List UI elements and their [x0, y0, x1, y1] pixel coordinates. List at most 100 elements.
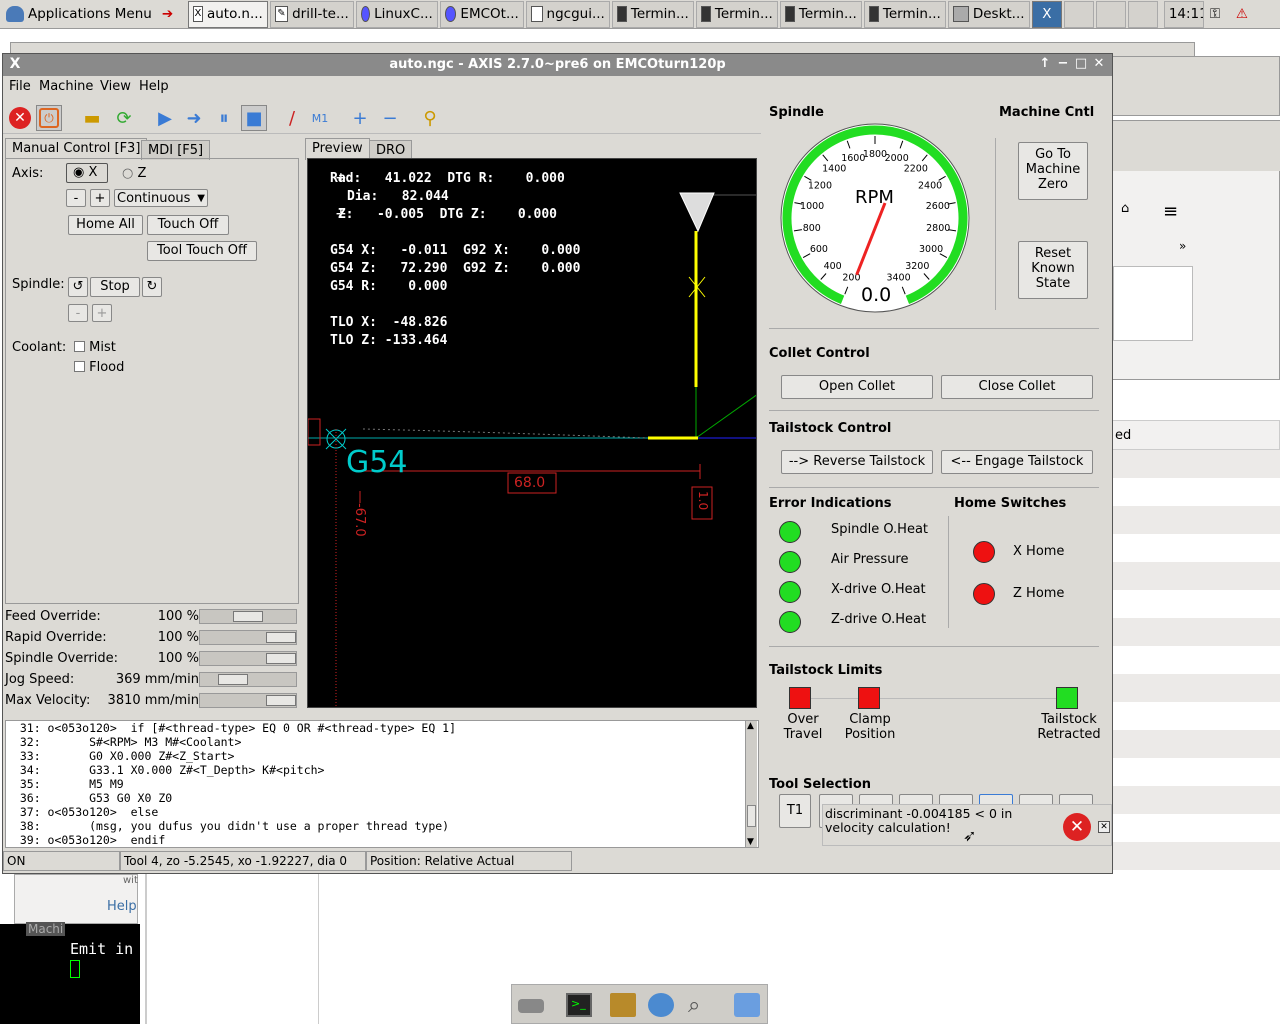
open-file-button[interactable]: ▬: [79, 105, 105, 131]
home-icon[interactable]: ⌂: [1121, 201, 1137, 217]
override-slider[interactable]: [199, 672, 297, 687]
tab-dro[interactable]: DRO: [369, 140, 413, 160]
menu-help[interactable]: Help: [139, 79, 169, 94]
tool-t1-button[interactable]: T1: [779, 794, 811, 828]
zoom-in-button[interactable]: +: [347, 105, 373, 131]
override-slider[interactable]: [199, 609, 297, 624]
override-slider[interactable]: [199, 693, 297, 708]
scroll-down-icon[interactable]: ▼: [747, 837, 754, 847]
tool-touch-off-button[interactable]: Tool Touch Off: [147, 241, 257, 261]
more-chevron-icon[interactable]: »: [1179, 239, 1186, 253]
slider-thumb[interactable]: [218, 674, 248, 685]
code-scrollbar[interactable]: ▲ ▼: [745, 721, 757, 847]
tab-preview[interactable]: Preview: [305, 138, 370, 160]
step-button[interactable]: ➜: [181, 105, 207, 131]
task-auto-ngc[interactable]: Xauto.n...: [187, 0, 268, 28]
estop-button[interactable]: ✕: [7, 105, 33, 131]
code-line[interactable]: 31: o<053o120> if [#<thread-type> EQ 0 O…: [6, 721, 758, 735]
close-notification-icon[interactable]: ✕: [1098, 821, 1110, 833]
slider-thumb[interactable]: [266, 695, 296, 706]
home-all-button[interactable]: Home All: [68, 215, 143, 235]
window-menu-icon[interactable]: X: [7, 56, 23, 72]
show-desktop-icon[interactable]: [518, 993, 544, 1017]
code-scroll-thumb[interactable]: [747, 805, 756, 827]
tab-mdi[interactable]: MDI [F5]: [141, 140, 211, 160]
reverse-tailstock-button[interactable]: --> Reverse Tailstock: [781, 450, 933, 474]
close-icon[interactable]: ✕: [1091, 56, 1107, 72]
slider-thumb[interactable]: [233, 611, 263, 622]
task-terminal-3[interactable]: Termin...: [779, 0, 862, 28]
slider-thumb[interactable]: [266, 653, 296, 664]
web-browser-icon[interactable]: [648, 993, 674, 1017]
task-linuxcnc[interactable]: LinuxC...: [355, 0, 438, 28]
spindle-faster-button[interactable]: +: [92, 304, 112, 322]
workspace-1[interactable]: X: [1031, 0, 1062, 28]
block-delete-button[interactable]: /: [279, 105, 305, 131]
code-line[interactable]: 32: S#<RPM> M3 M#<Coolant>: [6, 735, 758, 749]
override-slider[interactable]: [199, 630, 297, 645]
task-emco[interactable]: EMCOt...: [439, 0, 524, 28]
code-line[interactable]: 34: G33.1 X0.000 Z#<T_Depth> K#<pitch>: [6, 763, 758, 777]
override-slider[interactable]: [199, 651, 297, 666]
zoom-out-button[interactable]: −: [377, 105, 403, 131]
code-line[interactable]: 36: G53 G0 X0 Z0: [6, 791, 758, 805]
workspace-2[interactable]: [1063, 0, 1094, 28]
spindle-reverse-button[interactable]: ↺: [68, 277, 88, 297]
open-collet-button[interactable]: Open Collet: [781, 375, 933, 399]
task-terminal-2[interactable]: Termin...: [695, 0, 778, 28]
axis-z-radio[interactable]: ○ Z: [122, 166, 146, 181]
menu-view[interactable]: View: [100, 79, 131, 94]
shade-icon[interactable]: ↑: [1037, 56, 1053, 72]
optional-stop-button[interactable]: M1: [307, 105, 333, 131]
hamburger-menu-icon[interactable]: ≡: [1163, 201, 1178, 222]
preview-canvas[interactable]: Rad: 41.022 DTG R: 0.000 Dia: 82.044 Z: -…: [307, 158, 757, 708]
scroll-up-icon[interactable]: ▲: [747, 721, 754, 731]
tab-manual-control[interactable]: Manual Control [F3]: [5, 138, 148, 160]
minimize-icon[interactable]: −: [1055, 56, 1071, 72]
code-line[interactable]: 39: o<053o120> endif: [6, 833, 758, 847]
menu-file[interactable]: File: [9, 79, 31, 94]
network-icon[interactable]: ⚿: [1206, 1, 1230, 28]
code-line[interactable]: 35: M5 M9: [6, 777, 758, 791]
machine-power-button[interactable]: ⏻: [36, 105, 62, 131]
close-collet-button[interactable]: Close Collet: [941, 375, 1093, 399]
pause-button[interactable]: ⏸: [211, 105, 237, 131]
run-button[interactable]: ▶: [152, 105, 178, 131]
menu-machine[interactable]: Machine: [39, 79, 93, 94]
workspace-4[interactable]: [1127, 0, 1158, 28]
spindle-stop-button[interactable]: Stop: [90, 277, 140, 297]
stop-program-button[interactable]: ■: [241, 105, 267, 131]
reload-button[interactable]: ⟳: [111, 105, 137, 131]
spindle-forward-button[interactable]: ↻: [142, 277, 162, 297]
logout-icon[interactable]: ➔: [158, 1, 186, 28]
code-line[interactable]: 37: o<053o120> else: [6, 805, 758, 819]
search-icon[interactable]: ⌕: [688, 993, 714, 1018]
reset-known-state-button[interactable]: Reset Known State: [1018, 241, 1088, 299]
axis-x-radio[interactable]: ◉ X: [66, 163, 108, 183]
mist-checkbox[interactable]: Mist: [74, 340, 116, 355]
warning-icon[interactable]: ⚠: [1232, 1, 1256, 28]
flood-checkbox[interactable]: Flood: [74, 360, 124, 375]
task-terminal-1[interactable]: Termin...: [611, 0, 694, 28]
go-to-machine-zero-button[interactable]: Go To Machine Zero: [1018, 142, 1088, 200]
touch-off-button[interactable]: Touch Off: [147, 215, 229, 235]
applications-menu[interactable]: Applications Menu: [0, 1, 156, 28]
code-line[interactable]: 33: G0 X0.000 Z#<Z_Start>: [6, 749, 758, 763]
task-desktop[interactable]: Deskt...: [947, 0, 1030, 28]
workspace-3[interactable]: [1095, 0, 1126, 28]
engage-tailstock-button[interactable]: <-- Engage Tailstock: [941, 450, 1093, 474]
spindle-slower-button[interactable]: -: [68, 304, 88, 322]
folder-icon[interactable]: [734, 993, 760, 1017]
code-line[interactable]: 38: (msg, you dufus you didn't use a pro…: [6, 819, 758, 833]
gcode-listing[interactable]: 31: o<053o120> if [#<thread-type> EQ 0 O…: [5, 720, 759, 848]
task-ngcgui[interactable]: ngcgui...: [525, 0, 610, 28]
clear-plot-button[interactable]: ⚲: [417, 105, 443, 131]
slider-thumb[interactable]: [266, 632, 296, 643]
file-manager-icon[interactable]: [610, 993, 636, 1017]
jog-plus-button[interactable]: +: [90, 189, 110, 207]
jog-increment-select[interactable]: Continuous ▼: [114, 189, 208, 207]
jog-minus-button[interactable]: -: [66, 189, 86, 207]
terminal-icon[interactable]: >_: [566, 993, 592, 1017]
maximize-icon[interactable]: □: [1073, 56, 1089, 72]
task-drill[interactable]: ✎ drill-te...: [269, 0, 354, 28]
